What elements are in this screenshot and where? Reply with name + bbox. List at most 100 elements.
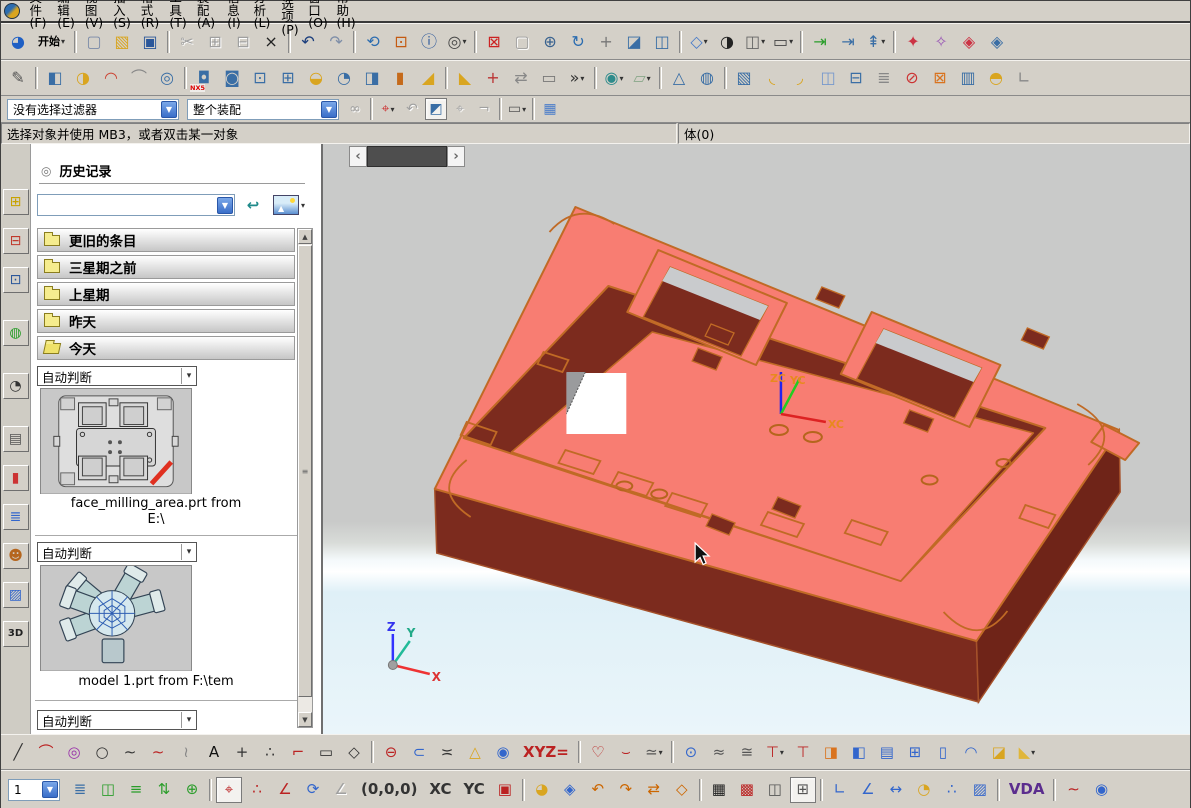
show-hide-button[interactable]: ⇥ xyxy=(807,29,833,55)
combined-projection-button[interactable]: ≈ xyxy=(706,739,732,765)
format-menu[interactable]: 格式(R) xyxy=(137,0,163,29)
datum-plane-red-button[interactable]: ◈ xyxy=(956,29,982,55)
history-folder[interactable]: 三星期之前 xyxy=(37,255,295,279)
more-curves-button[interactable]: ◣ ▾ xyxy=(1014,739,1040,765)
new-layout-button[interactable]: ⇞ ▾ xyxy=(863,29,889,55)
split-body-button[interactable]: ⊘ xyxy=(899,65,925,91)
edit-menu[interactable]: 编辑(E) xyxy=(53,0,79,29)
curve-fit-button[interactable]: ≀ xyxy=(173,739,199,765)
wrap-unwrap-button[interactable]: ◠ xyxy=(958,739,984,765)
solid-body[interactable] xyxy=(433,206,1141,705)
measure-length-button[interactable]: ↔ xyxy=(883,777,909,803)
conic-button[interactable]: ⊂ xyxy=(406,739,432,765)
graphics-window[interactable]: ZC YC XC Z Y X xyxy=(323,144,1190,734)
open-button[interactable]: ▧ xyxy=(109,29,135,55)
history-filter-combo-1[interactable]: 自动判断 ▾ xyxy=(37,366,197,386)
extract-curve-button[interactable]: ◨ xyxy=(818,739,844,765)
slot-button[interactable]: ◨ xyxy=(359,65,385,91)
ellipse-button[interactable]: ⊖ xyxy=(378,739,404,765)
chevron-down-icon[interactable]: ▼ xyxy=(217,196,233,214)
highlight-button[interactable]: ◩ xyxy=(425,98,447,120)
simplify-curve-button[interactable]: ≃ ▾ xyxy=(641,739,667,765)
wrap-curve-button[interactable]: ≅ xyxy=(734,739,760,765)
wcs-origin-button[interactable]: ∠ xyxy=(272,777,298,803)
immediate-hide-button[interactable]: ⇥ xyxy=(835,29,861,55)
work-plane-button[interactable]: ⊞ xyxy=(789,776,816,803)
offset-curve-button[interactable]: ♡ xyxy=(585,739,611,765)
history-folder[interactable]: 今天 xyxy=(37,336,295,360)
reflection-pattern-button[interactable]: ▩ xyxy=(734,777,760,803)
wcs-set-absolute-button[interactable]: (0,0,0) xyxy=(356,777,422,803)
rotate-view-button[interactable]: ↻ xyxy=(565,29,591,55)
grid-button[interactable]: ▦ xyxy=(706,777,732,803)
studio-spline-button[interactable]: ∼ xyxy=(145,739,171,765)
view-menu[interactable]: 视图(V) xyxy=(81,0,107,29)
patch-button[interactable]: ∟ xyxy=(1011,65,1037,91)
nx-logo-button[interactable]: ◕ xyxy=(5,29,31,55)
emboss-button[interactable]: ◔ xyxy=(331,65,357,91)
circle-button[interactable]: ○ xyxy=(89,739,115,765)
measure-points-button[interactable]: ∴ xyxy=(939,777,965,803)
measure-faces-button[interactable]: ▨ xyxy=(967,777,993,803)
visualization-preferences-button[interactable]: ◕ xyxy=(529,777,555,803)
thread-table-button[interactable]: ≣ xyxy=(871,65,897,91)
deselect-button[interactable]: ¬ xyxy=(473,98,495,120)
law-curve-button[interactable]: XYZ= xyxy=(518,739,574,765)
redo-button[interactable]: ↷ xyxy=(323,29,349,55)
pattern-feature-button[interactable]: ▥ xyxy=(955,65,981,91)
select-point-button[interactable]: ⌖ xyxy=(449,98,471,120)
backgrounds-tab[interactable]: ▨ xyxy=(2,582,29,608)
polygon-button[interactable]: ◇ xyxy=(341,739,367,765)
selection-scope-combo[interactable]: 整个装配 ▼ xyxy=(187,98,339,120)
point-tool-button[interactable]: + xyxy=(229,739,255,765)
move-to-layer-button[interactable]: ≡ xyxy=(123,777,149,803)
plane-button[interactable]: ▱ ▾ xyxy=(629,65,655,91)
measure-angle-button[interactable]: ∠ xyxy=(855,777,881,803)
wcs-save-button[interactable]: ▣ xyxy=(492,777,518,803)
history-folder[interactable]: 上星期 xyxy=(37,282,295,306)
pad-button[interactable]: ⊞ xyxy=(275,65,301,91)
isometric-view-button[interactable]: ◇ ▾ xyxy=(686,29,712,55)
boss-button[interactable]: ◙ xyxy=(219,65,245,91)
sweep-along-guide-button[interactable]: ◠ xyxy=(98,65,124,91)
vda-checker-button[interactable]: VDA xyxy=(1004,777,1050,803)
corner-button[interactable]: ⌐ xyxy=(285,739,311,765)
chevron-down-icon[interactable]: ▼ xyxy=(321,100,337,118)
helix-button[interactable]: ◉ xyxy=(490,739,516,765)
view-section-button[interactable]: ◫ ▾ xyxy=(742,29,768,55)
history-thumbnail-1[interactable] xyxy=(40,388,192,494)
analysis-menu[interactable]: 分析(L) xyxy=(249,0,275,29)
palettes-tab[interactable]: ▤ xyxy=(2,426,29,452)
roles-tab[interactable]: ☻ xyxy=(2,543,29,569)
work-layer-combo[interactable]: 1 ▼ xyxy=(8,778,60,801)
materials-tab[interactable]: ▮ xyxy=(2,465,29,491)
rectangle-button[interactable]: ▭ xyxy=(313,739,339,765)
marquee-style-button[interactable]: ▭ ▾ xyxy=(506,98,528,120)
web-browser-tab[interactable]: ◍ xyxy=(2,320,29,346)
selection-filter-combo[interactable]: 没有选择过滤器 ▼ xyxy=(7,98,179,120)
extract-virtual-curve-button[interactable]: ◧ xyxy=(846,739,872,765)
tools-menu[interactable]: 工具(T) xyxy=(165,0,191,29)
find-button[interactable]: ◎ ▾ xyxy=(444,29,470,55)
curve-analysis-button[interactable]: ∼ xyxy=(1060,777,1086,803)
paste-button[interactable]: ⊟ xyxy=(230,29,256,55)
arc-button[interactable]: ⌒ xyxy=(33,739,59,765)
preview-image-button[interactable] xyxy=(273,195,299,215)
history-thumbnail-2[interactable] xyxy=(40,562,192,671)
curves-in-view-button[interactable]: ▤ xyxy=(874,739,900,765)
project-curve-button[interactable]: ⊙ xyxy=(678,739,704,765)
pan-button[interactable]: + xyxy=(593,29,619,55)
layer-category-button[interactable]: ⊕ xyxy=(179,777,205,803)
mirror-feature-button[interactable]: ⊠ xyxy=(927,65,953,91)
scroll-down-icon[interactable]: ▼ xyxy=(298,712,312,727)
pane-slider-right-icon[interactable]: › xyxy=(447,146,465,167)
wcs-orient-button[interactable]: ∠ xyxy=(328,777,354,803)
assembly-navigator-tab[interactable]: ⊞ xyxy=(2,189,29,215)
information-button[interactable]: ⓘ xyxy=(416,29,442,55)
measure-distance-button[interactable]: ∟ xyxy=(827,777,853,803)
revolve-button[interactable]: ◑ xyxy=(70,65,96,91)
shaded-view-button[interactable]: ◑ xyxy=(714,29,740,55)
3d-input-tab[interactable]: 3D xyxy=(2,621,29,647)
helix-cone-button[interactable]: △ xyxy=(462,739,488,765)
rotate-right-view-button[interactable]: ↷ xyxy=(613,777,639,803)
